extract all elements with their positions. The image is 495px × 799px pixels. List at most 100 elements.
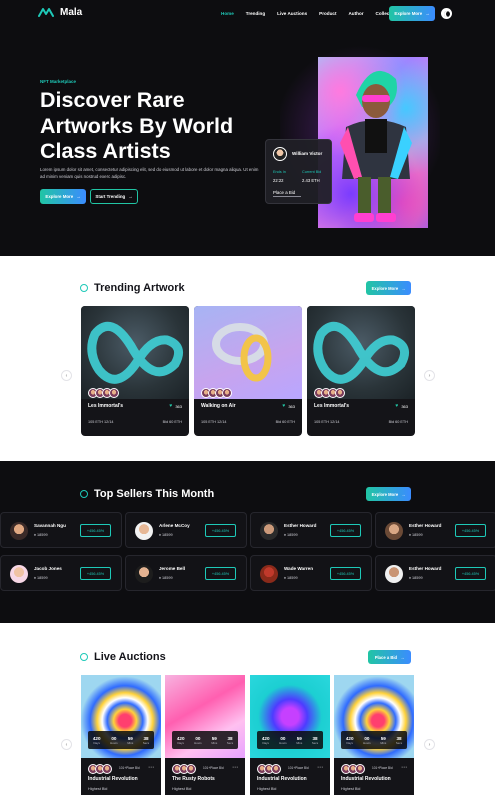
nav-live-auctions[interactable]: Live Auctions (277, 11, 307, 16)
auction-card[interactable]: 420 Days 00 Hours 59 Mins 38 Secs 101+Place … (334, 675, 414, 795)
timer-hours: 00 Hours (194, 736, 201, 745)
sellers-explore-button[interactable]: Explore More → (366, 487, 411, 501)
timer-label: Mins (127, 740, 134, 745)
timer-secs: 38 Secs (312, 736, 318, 745)
sellers-explore-label: Explore More (371, 491, 399, 497)
timer-days: 420 Days (262, 736, 270, 745)
avatar (102, 764, 112, 774)
timer-mins: 59 Mins (211, 736, 217, 745)
seller-card[interactable]: Esther Howard ♦ 18599 +456.45% (250, 512, 372, 548)
avatar (355, 764, 365, 774)
avatar (335, 388, 345, 398)
seller-eth-value: 18599 (412, 533, 423, 537)
seller-card[interactable]: Esther Howard ♦ 18599 +456.45% (375, 555, 495, 591)
infinity-ring-art (313, 321, 410, 384)
seller-card[interactable]: Jerome Bell ♦ 18599 +456.45% (125, 555, 247, 591)
infinity-ring-art (87, 321, 184, 384)
chevron-left-icon: ‹ (65, 372, 68, 379)
arrow-right-icon: → (401, 285, 406, 291)
seller-percent-badge: +456.45% (330, 524, 361, 537)
timer-label: Days (177, 740, 184, 745)
trending-prev-button[interactable]: ‹ (61, 370, 72, 381)
auction-place-count: 101+Place Bid (119, 766, 140, 770)
seller-card[interactable]: Wade Warren ♦ 18599 +456.45% (250, 555, 372, 591)
card-title: Walking on Air (201, 403, 236, 409)
artwork-image (81, 306, 189, 399)
more-options-icon[interactable]: ⋯ (148, 764, 154, 771)
hero-bid-card: William Victor Ends In Current Bid 22:22… (265, 139, 332, 204)
card-bid: Bid 60 ETH (275, 420, 295, 424)
trending-card[interactable]: Les Immortal's ♥ 363 105 ETH 12/14 Bid 60… (307, 306, 415, 436)
hero-explore-label: Explore More (45, 194, 74, 199)
auction-card[interactable]: 420 Days 00 Hours 59 Mins 38 Secs 101+Place … (165, 675, 245, 795)
owner-avatars (341, 764, 365, 774)
logo[interactable]: Mala (38, 6, 82, 18)
seller-eth: ♦ 18599 (284, 533, 298, 537)
owner-avatars (314, 388, 345, 398)
more-options-icon[interactable]: ⋯ (232, 764, 238, 771)
likes[interactable]: ♥ 363 (169, 403, 182, 409)
timer-label: Mins (296, 740, 303, 745)
timer-label: Mins (380, 740, 387, 745)
seller-eth-value: 18599 (37, 576, 48, 580)
seller-card[interactable]: Savannah Ngu ♦ 18599 +456.45% (0, 512, 122, 548)
nav-author[interactable]: Author (348, 11, 363, 16)
likes-count: 363 (401, 403, 408, 409)
timer-mins: 59 Mins (127, 736, 133, 745)
bid-card-ends-value: 22:22 (273, 178, 284, 183)
seller-card[interactable]: Arlene McCoy ♦ 18599 +456.45% (125, 512, 247, 548)
nav-explore-button[interactable]: Explore More → (389, 6, 435, 21)
arrow-right-icon: → (401, 491, 406, 497)
nav-home[interactable]: Home (221, 11, 234, 16)
seller-percent-badge: +456.45% (205, 524, 236, 537)
highest-bid-label: Highest Bid (257, 787, 277, 791)
chevron-right-icon: › (428, 372, 431, 379)
trending-explore-button[interactable]: Explore More → (366, 281, 411, 295)
hero-explore-button[interactable]: Explore More → (40, 189, 86, 204)
nav-product[interactable]: Product (319, 11, 336, 16)
timer-days: 420 Days (346, 736, 354, 745)
avatar (385, 522, 403, 540)
trending-next-button[interactable]: › (424, 370, 435, 381)
auction-card[interactable]: 420 Days 00 Hours 59 Mins 38 Secs 101+Place … (250, 675, 330, 795)
more-options-icon[interactable]: ⋯ (317, 764, 323, 771)
likes[interactable]: ♥ 363 (395, 403, 408, 409)
card-title: Industrial Revolution (257, 776, 307, 782)
heart-icon: ♥ (169, 403, 173, 409)
bid-card-place-bid-link[interactable]: Place a Bid (273, 190, 295, 195)
auctions-place-bid-button[interactable]: Place a Bid → (368, 650, 411, 664)
heart-icon: ♥ (282, 403, 286, 409)
countdown-timer: 420 Days 00 Hours 59 Mins 38 Secs (88, 731, 154, 749)
main-menu: Home Trending Live Auctions Product Auth… (221, 11, 412, 16)
arrow-right-icon: → (400, 654, 405, 660)
bid-card-current-value: 2.43 ETH (302, 178, 320, 183)
auctions-next-button[interactable]: › (424, 739, 435, 750)
seller-eth-value: 18599 (287, 576, 298, 580)
auction-card[interactable]: 420 Days 00 Hours 59 Mins 38 Secs 101+Place … (81, 675, 161, 795)
seller-card[interactable]: Esther Howard ♦ 18599 +456.45% (375, 512, 495, 548)
seller-name: Savannah Ngu (34, 523, 66, 528)
seller-card[interactable]: Jacob Jones ♦ 18599 +456.45% (0, 555, 122, 591)
character-figure (340, 70, 412, 222)
card-price: 105 ETH 12/14 (201, 420, 227, 424)
hero-title: Discover Rare Artworks By World Class Ar… (40, 88, 234, 163)
seller-eth: ♦ 18599 (159, 576, 173, 580)
avatar (222, 388, 232, 398)
nav-trending[interactable]: Trending (246, 11, 265, 16)
seller-eth: ♦ 18599 (409, 533, 423, 537)
hero-artwork (318, 57, 428, 228)
timer-label: Hours (363, 740, 371, 745)
hero-description: Lorem ipsum dolor sit amet, consectetur … (40, 167, 259, 179)
avatar (385, 565, 403, 583)
more-options-icon[interactable]: ⋯ (401, 764, 407, 771)
artwork-image (194, 306, 302, 399)
auctions-prev-button[interactable]: ‹ (61, 739, 72, 750)
trending-card[interactable]: Les Immortal's ♥ 363 105 ETH 12/14 Bid 60… (81, 306, 189, 436)
countdown-timer: 420 Days 00 Hours 59 Mins 38 Secs (172, 731, 238, 749)
card-title: Industrial Revolution (88, 776, 138, 782)
likes[interactable]: ♥ 363 (282, 403, 295, 409)
hero-start-trending-button[interactable]: Start Trending → (90, 189, 138, 204)
trending-card[interactable]: Walking on Air ♥ 363 105 ETH 12/14 Bid 60… (194, 306, 302, 436)
hero-start-trending-label: Start Trending (95, 194, 126, 199)
theme-toggle[interactable] (441, 8, 452, 19)
